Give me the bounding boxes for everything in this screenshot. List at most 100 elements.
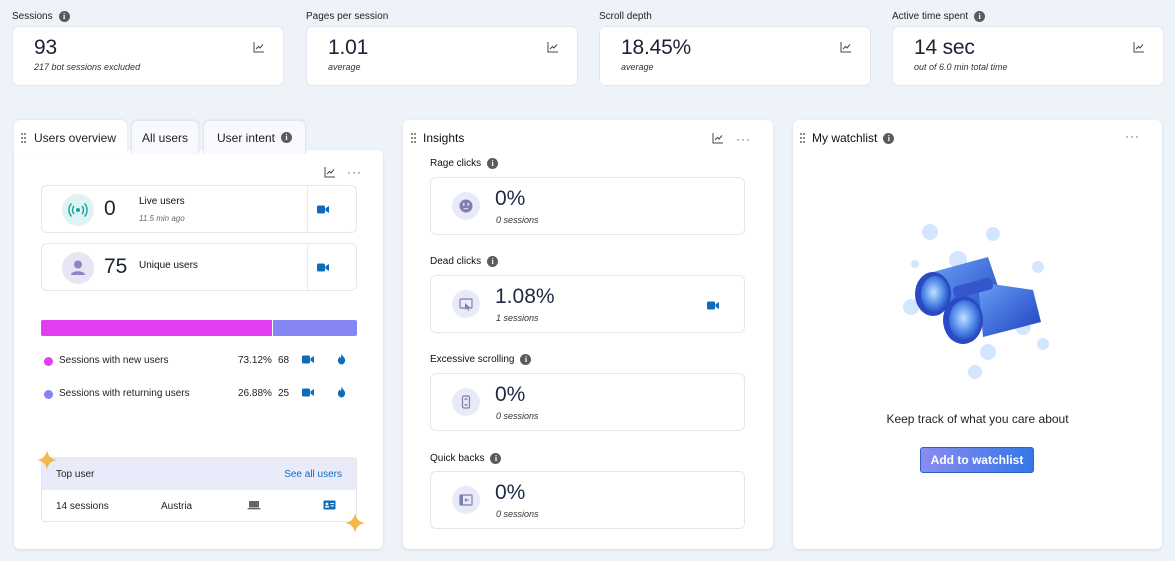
trend-chart-icon[interactable] — [253, 41, 265, 53]
insight-label-excessive-scrolling: Excessive scrolling i — [430, 354, 532, 365]
tab-user-intent[interactable]: User intent i — [203, 120, 306, 154]
drag-handle-icon[interactable] — [800, 133, 806, 143]
legend-label: Sessions with returning users — [59, 388, 190, 399]
scroll-icon — [452, 388, 480, 416]
metric-label: Sessions — [12, 10, 53, 22]
metric-active-time: Active time spent i 14 sec out of 6.0 min… — [892, 10, 1164, 86]
heatmap-flame-icon[interactable] — [337, 386, 346, 398]
divider — [307, 186, 308, 232]
info-icon[interactable]: i — [520, 354, 532, 365]
live-users-count: 0 — [104, 197, 116, 220]
trend-chart-icon[interactable] — [840, 41, 852, 53]
insight-value: 0% — [495, 187, 526, 210]
unique-users-label: Unique users — [139, 260, 198, 271]
legend-dot — [44, 357, 53, 366]
info-icon[interactable]: i — [487, 256, 499, 267]
legend-count: 25 — [278, 388, 290, 399]
dead-click-icon — [452, 290, 480, 318]
watchlist-title: My watchlist i — [812, 131, 895, 145]
metric-label: Scroll depth — [599, 10, 652, 22]
unique-users-card[interactable]: 75 Unique users — [41, 243, 357, 291]
legend-dot — [44, 390, 53, 399]
trend-chart-icon[interactable] — [1133, 41, 1145, 53]
info-icon[interactable]: i — [974, 10, 986, 22]
tab-label: User intent — [216, 130, 276, 145]
top-user-country: Austria — [161, 501, 193, 512]
metric-sub: 217 bot sessions excluded — [34, 62, 141, 72]
metric-value: 93 — [34, 36, 57, 59]
insight-value: 0% — [495, 383, 526, 406]
returning-users-segment[interactable] — [273, 320, 357, 336]
metric-sub: average — [621, 62, 654, 72]
unique-users-count: 75 — [104, 255, 128, 278]
metric-sub: average — [328, 62, 361, 72]
drag-handle-icon[interactable] — [21, 133, 27, 143]
insights-title: Insights — [423, 131, 465, 145]
contact-card-icon[interactable] — [323, 500, 336, 510]
insight-sessions: 0 sessions — [496, 411, 539, 421]
top-user-card: Top user See all users 14 sessions Austr… — [41, 457, 357, 522]
tab-all-users[interactable]: All users — [131, 120, 199, 154]
live-users-card[interactable]: 0 Live users 11.5 min ago — [41, 185, 357, 233]
quick-back-icon — [452, 486, 480, 514]
insight-card-rage-clicks[interactable]: 0% 0 sessions — [430, 177, 745, 235]
tab-label: All users — [141, 130, 188, 145]
heatmap-flame-icon[interactable] — [337, 353, 346, 365]
info-icon[interactable]: i — [281, 132, 293, 143]
top-user-title: Top user — [56, 469, 95, 480]
info-icon[interactable]: i — [487, 158, 499, 169]
video-camera-icon[interactable] — [317, 205, 329, 214]
watchlist-message: Keep track of what you care about — [886, 412, 1069, 426]
live-users-label: Live users — [139, 196, 185, 207]
info-icon[interactable]: i — [883, 132, 895, 144]
new-users-segment[interactable] — [41, 320, 273, 336]
video-camera-icon[interactable] — [302, 355, 314, 364]
metric-sub: out of 6.0 min total time — [914, 62, 1008, 72]
insight-label-rage-clicks: Rage clicks i — [430, 158, 499, 169]
metric-value: 14 sec — [914, 36, 975, 59]
insight-label-text: Rage clicks — [430, 158, 482, 169]
sparkle-icon — [345, 513, 365, 533]
legend-label: Sessions with new users — [59, 355, 169, 366]
tab-label: Users overview — [34, 131, 117, 145]
info-icon[interactable]: i — [490, 453, 502, 464]
insight-card-dead-clicks[interactable]: 1.08% 1 sessions — [430, 275, 745, 333]
more-options-icon[interactable]: ··· — [1125, 130, 1140, 142]
insight-card-excessive-scrolling[interactable]: 0% 0 sessions — [430, 373, 745, 431]
metric-card[interactable]: 1.01 average — [306, 26, 578, 86]
trend-chart-icon[interactable] — [324, 166, 336, 178]
insight-label-dead-clicks: Dead clicks i — [430, 256, 499, 267]
info-icon[interactable]: i — [58, 10, 70, 22]
metric-card[interactable]: 93 217 bot sessions excluded — [12, 26, 284, 86]
insight-card-quick-backs[interactable]: 0% 0 sessions — [430, 471, 745, 529]
video-camera-icon[interactable] — [302, 388, 314, 397]
metric-card[interactable]: 14 sec out of 6.0 min total time — [892, 26, 1164, 86]
live-users-timestamp: 11.5 min ago — [139, 214, 185, 223]
legend-percent: 73.12% — [238, 355, 272, 366]
more-options-icon[interactable]: ··· — [347, 166, 362, 178]
user-split-bar[interactable] — [41, 320, 357, 336]
insight-label-quick-backs: Quick backs i — [430, 453, 502, 464]
metric-scroll-depth: Scroll depth 18.45% average — [599, 10, 871, 86]
metric-label: Pages per session — [306, 10, 389, 22]
drag-handle-icon[interactable] — [411, 133, 417, 143]
metric-card[interactable]: 18.45% average — [599, 26, 871, 86]
tab-users-overview[interactable]: Users overview — [14, 120, 127, 156]
more-options-icon[interactable]: ··· — [736, 133, 751, 145]
video-camera-icon[interactable] — [707, 301, 719, 310]
insight-sessions: 0 sessions — [496, 215, 539, 225]
video-camera-icon[interactable] — [317, 263, 329, 272]
metric-value: 1.01 — [328, 36, 369, 59]
sparkle-icon — [37, 450, 57, 470]
metric-label: Active time spent — [892, 10, 969, 22]
trend-chart-icon[interactable] — [547, 41, 559, 53]
add-to-watchlist-button[interactable]: Add to watchlist — [920, 447, 1034, 473]
person-icon — [62, 252, 94, 284]
insight-label-text: Quick backs — [430, 453, 485, 464]
insight-sessions: 0 sessions — [496, 509, 539, 519]
see-all-users-link[interactable]: See all users — [284, 469, 342, 480]
legend-percent: 26.88% — [238, 388, 272, 399]
trend-chart-icon[interactable] — [712, 132, 724, 144]
top-user-sessions: 14 sessions — [56, 501, 109, 512]
laptop-icon — [247, 501, 261, 510]
